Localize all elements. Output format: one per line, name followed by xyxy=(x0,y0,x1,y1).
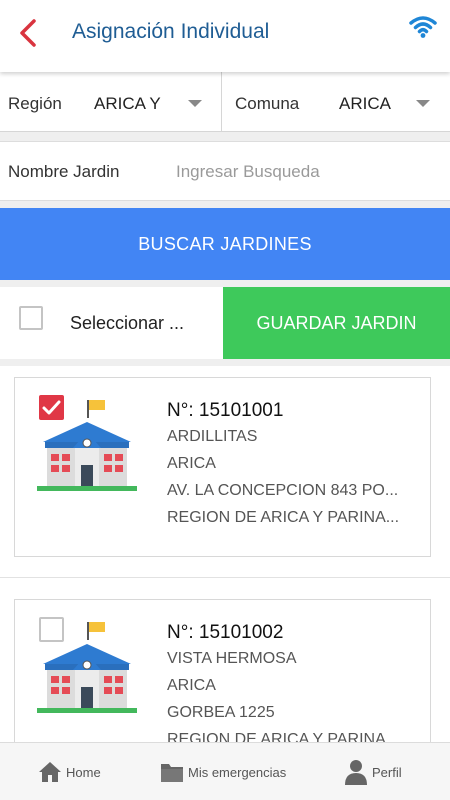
garden-region: REGION DE ARICA Y PARINA... xyxy=(167,509,400,526)
garden-region: REGION DE ARICA Y PARINA... xyxy=(167,731,400,742)
garden-card[interactable]: N°: 15101001 ARDILLITAS ARICA AV. LA CON… xyxy=(14,377,431,557)
garden-checkbox[interactable] xyxy=(39,617,64,642)
garden-name: ARDILLITAS xyxy=(167,428,258,445)
wifi-icon xyxy=(409,16,437,38)
app-header: Asignación Individual xyxy=(0,0,450,72)
garden-checkbox[interactable] xyxy=(39,395,64,420)
garden-name: VISTA HERMOSA xyxy=(167,650,297,667)
nav-home-label: Home xyxy=(66,764,101,780)
garden-info: N°: 15101001 ARDILLITAS ARICA AV. LA CON… xyxy=(167,400,412,536)
comuna-value[interactable]: ARICA xyxy=(339,94,391,114)
page-title: Asignación Individual xyxy=(72,20,270,43)
comuna-label: Comuna xyxy=(235,94,300,113)
chevron-left-icon xyxy=(20,19,36,47)
select-all-checkbox[interactable] xyxy=(19,306,43,330)
nav-home[interactable]: Home xyxy=(38,743,101,800)
search-input[interactable] xyxy=(168,154,438,190)
home-icon xyxy=(39,762,61,782)
list-divider xyxy=(0,577,450,578)
select-row: Seleccionar ... GUARDAR JARDIN xyxy=(0,287,450,359)
back-button[interactable] xyxy=(14,16,44,50)
garden-number: N°: 15101001 xyxy=(167,400,284,421)
garden-card[interactable]: N°: 15101002 VISTA HERMOSA ARICA GORBEA … xyxy=(14,599,431,742)
folder-icon xyxy=(161,764,183,782)
garden-number: N°: 15101002 xyxy=(167,622,284,643)
save-garden-button[interactable]: GUARDAR JARDIN xyxy=(223,287,450,359)
nav-emergencies-label: Mis emergencias xyxy=(188,764,287,780)
user-icon xyxy=(345,760,367,785)
search-gardens-button[interactable]: BUSCAR JARDINES xyxy=(0,208,450,280)
filter-divider xyxy=(221,72,222,132)
garden-comuna: ARICA xyxy=(167,455,216,472)
filter-bar: Región ARICA Y Comuna ARICA xyxy=(0,72,450,132)
nav-emergencies[interactable]: Mis emergencias xyxy=(160,743,286,800)
region-dropdown-icon[interactable] xyxy=(188,100,202,107)
comuna-dropdown-icon[interactable] xyxy=(416,100,430,107)
select-all-label[interactable]: Seleccionar ... xyxy=(70,313,184,334)
bottom-navigation: Home Mis emergencias Perfil xyxy=(0,742,450,800)
region-value[interactable]: ARICA Y xyxy=(94,94,161,114)
garden-comuna: ARICA xyxy=(167,677,216,694)
garden-address: AV. LA CONCEPCION 843 PO... xyxy=(167,482,399,499)
search-label: Nombre Jardin xyxy=(8,162,120,181)
search-row: Nombre Jardin xyxy=(0,141,450,201)
garden-info: N°: 15101002 VISTA HERMOSA ARICA GORBEA … xyxy=(167,622,412,742)
garden-list: N°: 15101001 ARDILLITAS ARICA AV. LA CON… xyxy=(0,366,450,742)
check-icon xyxy=(42,400,61,415)
garden-address: GORBEA 1225 xyxy=(167,704,275,721)
nav-profile[interactable]: Perfil xyxy=(344,743,402,800)
nav-profile-label: Perfil xyxy=(372,764,402,780)
region-label: Región xyxy=(8,94,62,113)
